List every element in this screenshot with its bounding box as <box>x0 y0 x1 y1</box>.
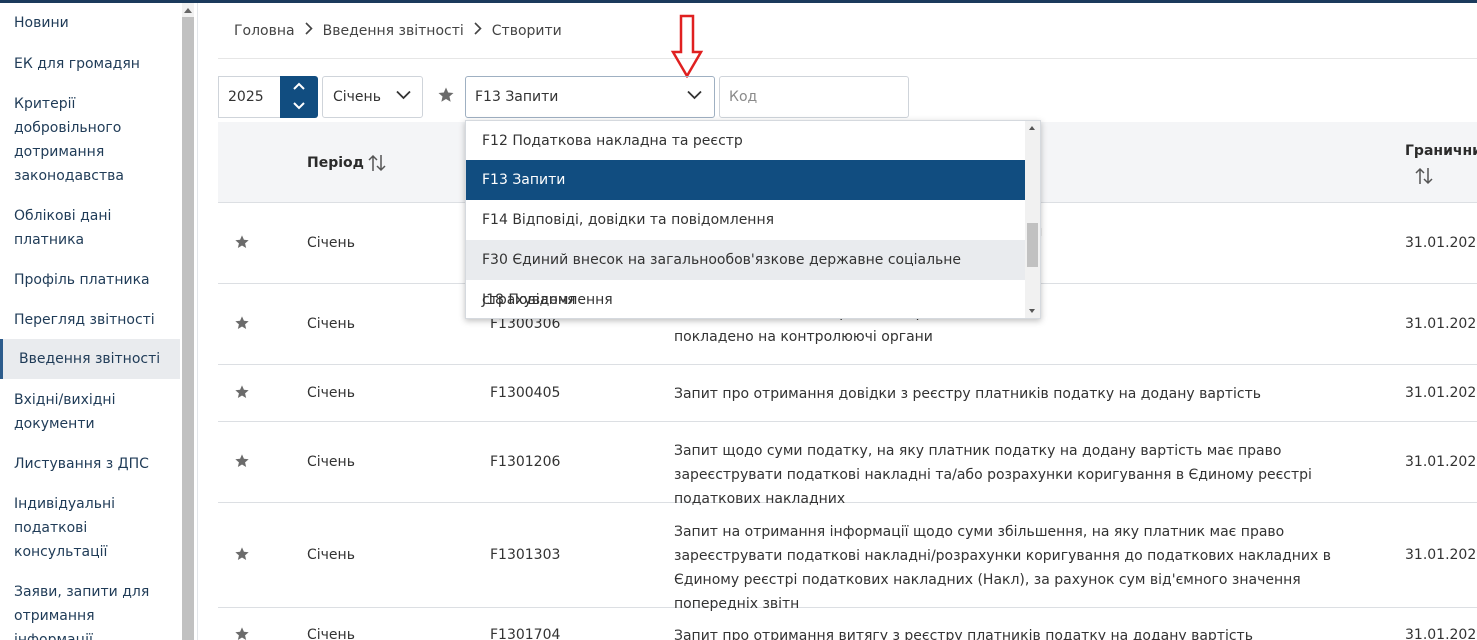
cell-deadline: 31.01.2025 <box>1405 547 1477 563</box>
breadcrumb-create: Створити <box>491 22 562 39</box>
chevron-down-icon[interactable] <box>293 99 305 111</box>
cell-period: Січень <box>307 627 355 640</box>
chevron-up-icon[interactable] <box>293 81 305 93</box>
divider <box>218 58 1477 59</box>
breadcrumb-reports[interactable]: Введення звітності <box>323 23 464 39</box>
cell-code[interactable]: F1300405 <box>490 385 560 401</box>
sidebar-item-enter-reports[interactable]: Введення звітності <box>0 339 180 379</box>
dropdown-option[interactable]: F12 Податкова накладна та реєстр <box>466 121 1025 161</box>
favorite-star-icon[interactable] <box>234 546 250 562</box>
sidebar-item-news[interactable]: Новини <box>0 11 180 35</box>
sidebar-item-payer-data[interactable]: Облікові дані платника <box>0 204 130 252</box>
dropdown-option[interactable]: J18 Повідомлення <box>466 280 1025 318</box>
form-select[interactable]: F13 Запити <box>465 76 715 118</box>
favorite-star-icon[interactable] <box>234 453 250 469</box>
sidebar-item-documents[interactable]: Вхідні/вихідні документи <box>0 388 140 436</box>
dropdown-option-hovered[interactable]: F30 Єдиний внесок на загальнообов'язкове… <box>466 240 1025 308</box>
cell-deadline: 31.01.2025 <box>1405 235 1477 251</box>
chevron-right-icon <box>305 22 313 39</box>
sidebar: Новини ЕК для громадян Критерії добровіл… <box>0 3 198 640</box>
cell-code[interactable]: F1301704 <box>490 627 560 640</box>
dropdown-option-selected[interactable]: F13 Запити <box>466 160 1025 200</box>
column-header-period[interactable]: Період <box>307 155 364 171</box>
chevron-down-icon[interactable] <box>687 90 702 100</box>
code-input[interactable]: Код <box>719 76 909 118</box>
scroll-up-icon[interactable] <box>1029 126 1035 130</box>
cell-description: Запит щодо суми податку, на яку платник … <box>674 443 1312 507</box>
sidebar-item-requests[interactable]: Заяви, запити для отримання інформації <box>0 580 175 640</box>
annotation-arrow-icon <box>670 14 704 78</box>
cell-deadline: 31.01.2025 <box>1405 627 1477 640</box>
chevron-right-icon <box>474 22 482 39</box>
column-header-deadline[interactable]: Граничний <box>1405 143 1477 159</box>
breadcrumb: Головна Введення звітності Створити <box>234 22 562 39</box>
cell-period: Січень <box>307 385 355 401</box>
favorite-star-icon[interactable] <box>234 315 250 331</box>
dropdown-scrollbar[interactable] <box>1025 121 1040 318</box>
cell-description: Запит на отримання інформації щодо суми … <box>674 524 1331 612</box>
cell-code[interactable]: F1301206 <box>490 454 560 470</box>
year-input[interactable]: 2025 <box>218 76 280 118</box>
cell-code[interactable]: F1301303 <box>490 547 560 563</box>
breadcrumb-home[interactable]: Головна <box>234 23 295 39</box>
cell-description: Запит про отримання витягу з реєстру пла… <box>674 628 1253 640</box>
cell-period: Січень <box>307 235 355 251</box>
cell-deadline: 31.01.2025 <box>1405 454 1477 470</box>
favorite-star-icon[interactable] <box>234 626 250 640</box>
year-stepper[interactable] <box>280 76 318 118</box>
sidebar-item-ek-citizens[interactable]: ЕК для громадян <box>0 52 180 76</box>
favorite-star-icon[interactable] <box>234 384 250 400</box>
dropdown-scroll-thumb[interactable] <box>1027 223 1038 267</box>
sidebar-scroll-up-icon[interactable] <box>184 8 192 13</box>
cell-deadline: 31.01.2025 <box>1405 385 1477 401</box>
cell-deadline: 31.01.2025 <box>1405 316 1477 332</box>
top-bar <box>0 0 1477 3</box>
favorite-star-icon[interactable] <box>437 86 455 104</box>
sidebar-item-payer-profile[interactable]: Профіль платника <box>0 268 180 292</box>
chevron-down-icon[interactable] <box>396 90 411 100</box>
cell-period: Січень <box>307 316 355 332</box>
sidebar-item-correspondence[interactable]: Листування з ДПС <box>0 452 180 476</box>
favorite-star-icon[interactable] <box>234 234 250 250</box>
cell-description: Запит про отримання довідки з реєстру пл… <box>674 386 1262 402</box>
sidebar-item-consultations[interactable]: Індивідуальні податкові консультації <box>0 492 120 564</box>
sidebar-item-view-reports[interactable]: Перегляд звітності <box>0 308 180 332</box>
dropdown-option[interactable]: F14 Відповіді, довідки та повідомлення <box>466 200 1025 240</box>
cell-period: Січень <box>307 547 355 563</box>
sort-icon[interactable] <box>368 153 386 173</box>
form-dropdown-list[interactable]: F12 Податкова накладна та реєстр F13 Зап… <box>465 120 1041 319</box>
sidebar-scroll-thumb[interactable] <box>182 17 194 640</box>
sort-icon[interactable] <box>1415 166 1433 186</box>
sidebar-item-compliance-criteria[interactable]: Критерії добровільного дотримання законо… <box>0 92 150 188</box>
cell-description: покладено на контролюючі органи <box>674 329 933 345</box>
scroll-down-icon[interactable] <box>1029 309 1035 313</box>
cell-period: Січень <box>307 454 355 470</box>
